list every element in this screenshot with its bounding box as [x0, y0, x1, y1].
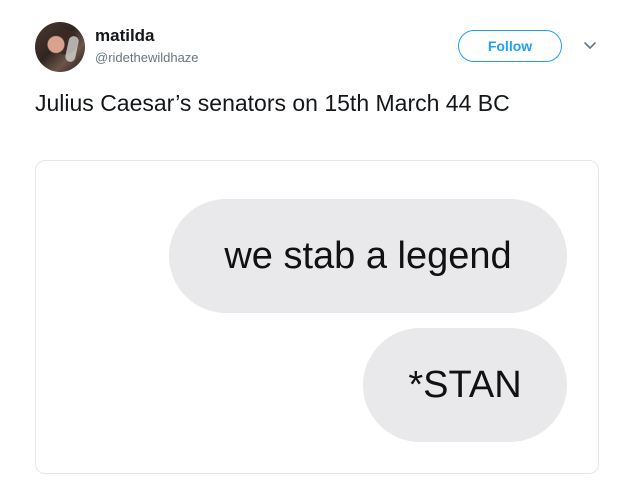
message-bubble: *STAN [363, 328, 567, 442]
follow-button[interactable]: Follow [458, 30, 562, 62]
user-name[interactable]: matilda [95, 26, 155, 46]
tweet-media-card[interactable]: we stab a legend *STAN [35, 160, 599, 474]
tweet-text: Julius Caesar’s senators on 15th March 4… [35, 90, 510, 116]
avatar[interactable] [35, 22, 85, 72]
chevron-down-icon[interactable] [580, 36, 600, 56]
tweet-header: matilda @ridethewildhaze Follow [35, 22, 605, 74]
user-handle[interactable]: @ridethewildhaze [95, 49, 199, 67]
message-bubble: we stab a legend [169, 199, 567, 313]
avatar-highlight [64, 35, 80, 63]
tweet-card: matilda @ridethewildhaze Follow Julius C… [0, 0, 635, 487]
